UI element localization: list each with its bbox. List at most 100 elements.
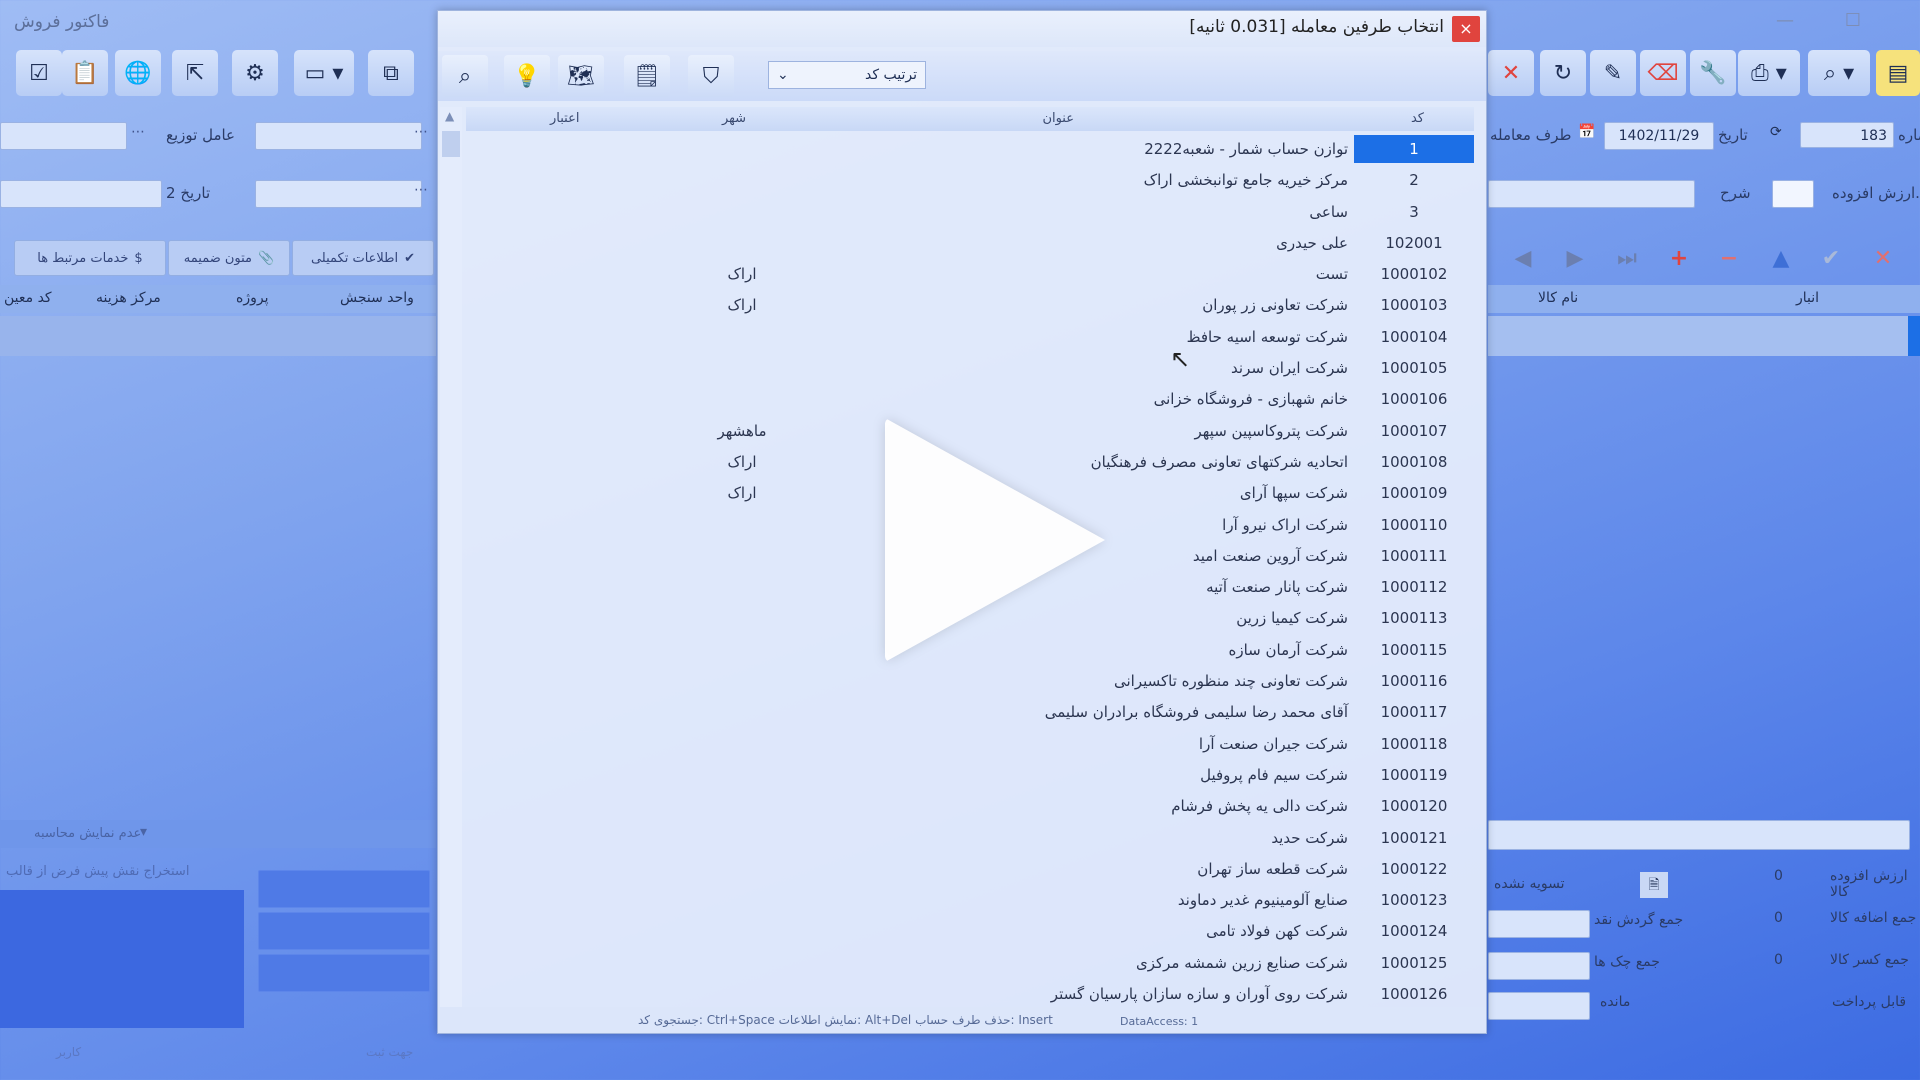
minimize-icon[interactable]: — bbox=[1770, 8, 1800, 34]
row-title: صنایع آلومینیوم غدیر دماوند bbox=[1177, 891, 1348, 910]
date-field[interactable]: 1402/11/29 bbox=[1604, 122, 1714, 150]
vat-field[interactable] bbox=[1772, 180, 1814, 208]
invoice-number-field[interactable]: 183 bbox=[1800, 122, 1894, 148]
tab-services[interactable]: خدمات مرتبط ها $ bbox=[14, 240, 166, 276]
export-icon[interactable]: ⇱ bbox=[172, 50, 218, 96]
next-icon[interactable]: ▶ bbox=[1552, 242, 1598, 274]
filter-icon[interactable]: ⛉ bbox=[688, 55, 734, 97]
row-code: 1000124 bbox=[1380, 922, 1448, 941]
print-icon[interactable]: ⎙ ▾ bbox=[1738, 50, 1800, 96]
refresh-small-icon[interactable]: ⟳ bbox=[1770, 124, 1782, 140]
list-item[interactable]: 1000118 شرکت جیران صنعت آرا bbox=[466, 730, 1474, 761]
column-title[interactable]: عنوان bbox=[1042, 111, 1074, 126]
right-grid-row[interactable] bbox=[1488, 316, 1908, 356]
row-city bbox=[692, 198, 792, 226]
date2-field[interactable] bbox=[0, 180, 162, 208]
list-item[interactable]: 1 توازن حساب شمار - شعبه2222 bbox=[466, 135, 1474, 166]
more-icon-2[interactable]: ⋯ bbox=[414, 124, 428, 140]
column-city[interactable]: شهر bbox=[722, 111, 746, 126]
cheques-field[interactable] bbox=[1488, 952, 1590, 980]
gear-icon[interactable]: ⚙ bbox=[232, 50, 278, 96]
row-title: شرکت سپها آرای bbox=[1239, 484, 1348, 503]
chevron-down-icon[interactable]: ▾ bbox=[140, 824, 147, 840]
search-icon[interactable]: ⌕ ▾ bbox=[1808, 50, 1870, 96]
list-item[interactable]: 1000123 صنایع آلومینیوم غدیر دماوند bbox=[466, 886, 1474, 917]
row-title: شرکت تعاونی چند منظوره تاکسیرانی bbox=[1114, 672, 1348, 691]
bottom-field-3[interactable] bbox=[258, 954, 430, 992]
last-icon[interactable]: ⏭ bbox=[1604, 242, 1650, 274]
column-credit[interactable]: اعتبار bbox=[550, 111, 579, 126]
eraser-icon[interactable]: ⌫ bbox=[1640, 50, 1686, 96]
list-item[interactable]: 1000119 شرکت سیم فام پروفیل bbox=[466, 761, 1474, 792]
bottom-field-2[interactable] bbox=[258, 912, 430, 950]
summary-field[interactable] bbox=[1488, 820, 1910, 850]
list-item[interactable]: 2 مرکز خیریه جامع توانبخشی اراک bbox=[466, 166, 1474, 197]
row-title: ساعی bbox=[1309, 202, 1348, 221]
list-item[interactable]: 1000125 شرکت صنایع زرین شمشه مرکزی bbox=[466, 949, 1474, 980]
list-item[interactable]: 1000122 شرکت قطعه ساز تهران bbox=[466, 855, 1474, 886]
left-grid-row[interactable] bbox=[0, 316, 436, 356]
chart-icon[interactable]: 🌐 bbox=[115, 50, 161, 96]
row-title: شرکت ایران سرند bbox=[1231, 359, 1348, 378]
list-item[interactable]: 1000103 شرکت تعاونی زر پوران اراک bbox=[466, 291, 1474, 322]
list-item[interactable]: 1000106 خانم شهبازی - فروشگاه خزانی bbox=[466, 385, 1474, 416]
tab-extra-info[interactable]: اطلاعات تکمیلی ✔ bbox=[292, 240, 434, 276]
row-code: 1000115 bbox=[1380, 640, 1448, 659]
balance-field[interactable] bbox=[1488, 992, 1590, 1020]
row-code: 1000109 bbox=[1380, 484, 1448, 503]
list-item[interactable]: 3 ساعی bbox=[466, 198, 1474, 229]
left-field-1[interactable] bbox=[255, 122, 422, 150]
cancel-icon[interactable]: ✕ bbox=[1860, 242, 1906, 274]
notes-icon[interactable]: 🗒 bbox=[624, 55, 670, 97]
refresh-icon[interactable]: ↻ bbox=[1540, 50, 1586, 96]
list-item[interactable]: 102001 علی حیدری bbox=[466, 229, 1474, 260]
list-item[interactable]: 1000116 شرکت تعاونی چند منظوره تاکسیرانی bbox=[466, 667, 1474, 698]
add-icon[interactable]: + bbox=[1656, 242, 1702, 274]
maximize-icon[interactable]: ☐ bbox=[1838, 8, 1868, 34]
close-icon[interactable]: × bbox=[1452, 16, 1480, 42]
yellow-action-icon[interactable]: ▤ bbox=[1876, 50, 1920, 96]
calendar-icon[interactable]: 📅 bbox=[1578, 124, 1595, 140]
left-field-2[interactable] bbox=[255, 180, 422, 208]
more-icon[interactable]: ⋯ bbox=[131, 124, 145, 140]
cash-total-field[interactable] bbox=[1488, 910, 1590, 938]
list-item[interactable]: 1000117 آقای محمد رضا سلیمی فروشگاه برادر… bbox=[466, 698, 1474, 729]
vertical-scrollbar[interactable]: ▲ ▼ bbox=[440, 107, 462, 1027]
code-header: کد معین bbox=[4, 290, 52, 306]
cheques-label: جمع چک ها bbox=[1594, 954, 1660, 970]
more-icon-3[interactable]: ⋯ bbox=[414, 182, 428, 198]
report-icon[interactable]: 📋 bbox=[62, 50, 108, 96]
new-document-icon[interactable]: ▭ ▾ bbox=[294, 50, 354, 96]
notes-area[interactable] bbox=[0, 890, 244, 1028]
list-item[interactable]: 1000105 شرکت ایران سرند bbox=[466, 354, 1474, 385]
list-item[interactable]: 1000102 تست اراک bbox=[466, 260, 1474, 291]
confirm-icon[interactable]: ✔ bbox=[1808, 242, 1854, 274]
minus-icon[interactable]: − bbox=[1706, 242, 1752, 274]
distribution-agent-field[interactable] bbox=[0, 122, 127, 150]
tools-icon[interactable]: 🔧 bbox=[1690, 50, 1736, 96]
copy-icon[interactable]: ⧉ bbox=[368, 50, 414, 96]
column-code[interactable]: کد bbox=[1411, 111, 1424, 126]
lightbulb-icon[interactable]: 💡 bbox=[504, 55, 550, 97]
play-icon[interactable] bbox=[885, 418, 1105, 662]
description-field[interactable] bbox=[1488, 180, 1695, 208]
map-icon[interactable]: 🗺 bbox=[558, 55, 604, 97]
tab-attached-docs[interactable]: متون ضمیمه 📎 bbox=[168, 240, 290, 276]
zoom-icon[interactable]: ⌕ bbox=[442, 55, 488, 97]
list-item[interactable]: 1000104 شرکت توسعه اسیه حافظ bbox=[466, 323, 1474, 354]
list-item[interactable]: 1000121 شرکت حدید bbox=[466, 824, 1474, 855]
scroll-thumb[interactable] bbox=[442, 131, 460, 157]
row-code: 1000126 bbox=[1380, 985, 1448, 1004]
delete-icon[interactable]: ✕ bbox=[1488, 50, 1534, 96]
up-icon[interactable]: ▲ bbox=[1758, 242, 1804, 274]
bottom-field-1[interactable] bbox=[258, 870, 430, 908]
sort-select[interactable]: ⌄ ترتیب کد bbox=[768, 61, 926, 89]
deduct-total-label: جمع کسر کالا bbox=[1830, 952, 1909, 968]
list-item[interactable]: 1000124 شرکت کهن فولاد تامی bbox=[466, 917, 1474, 948]
prev-icon[interactable]: ◀ bbox=[1500, 242, 1546, 274]
brush-icon[interactable]: ✎ bbox=[1590, 50, 1636, 96]
checklist-icon[interactable]: ☑ bbox=[16, 50, 62, 96]
settle-icon[interactable]: 🗎 bbox=[1640, 872, 1668, 898]
scroll-up-icon[interactable]: ▲ bbox=[445, 109, 454, 123]
list-item[interactable]: 1000120 شرکت دالی یه پخش فرشام bbox=[466, 792, 1474, 823]
